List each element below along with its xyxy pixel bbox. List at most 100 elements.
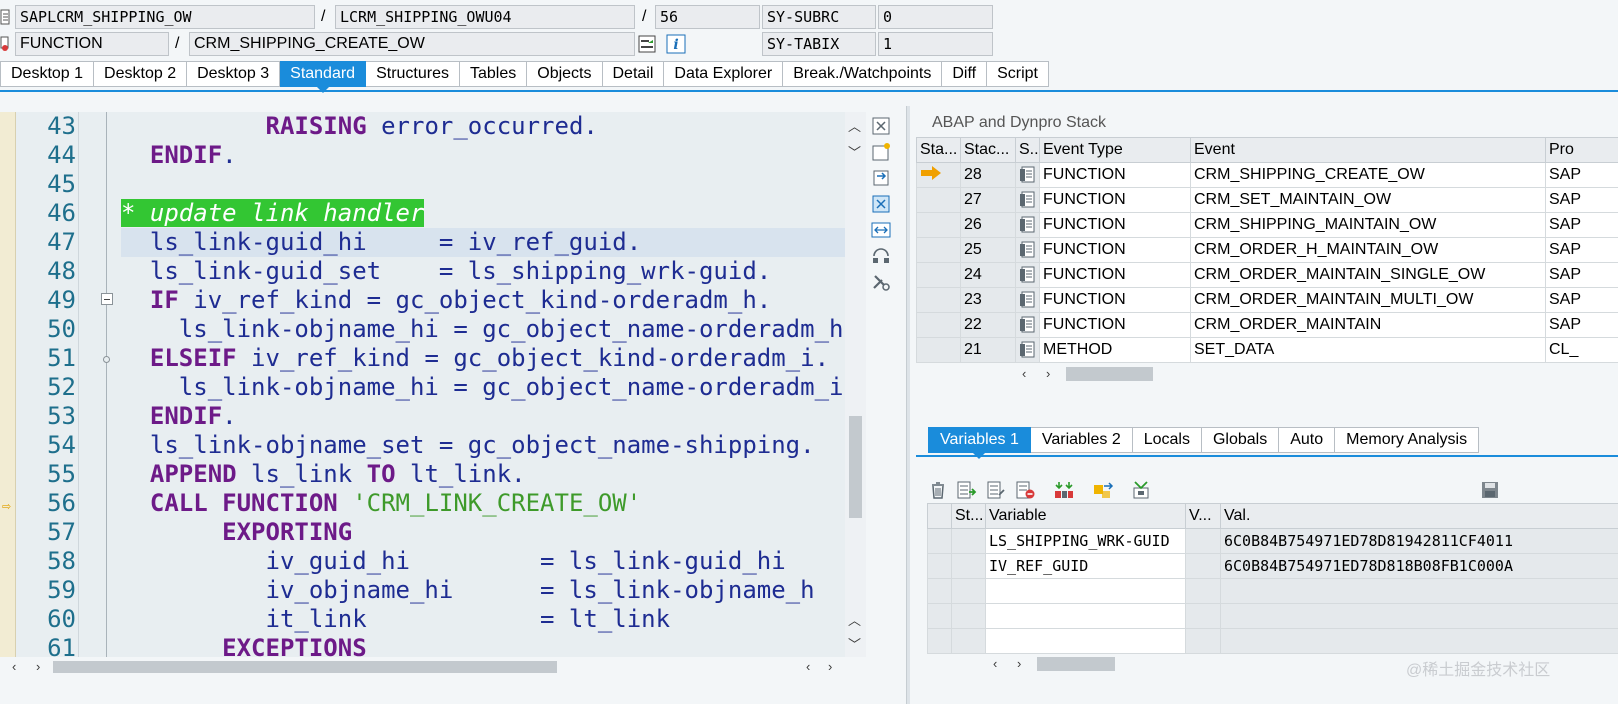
variables-scroll-thumb[interactable]	[1037, 657, 1115, 671]
code-line[interactable]: 48 ls_link-guid_set = ls_shipping_wrk-gu…	[0, 257, 866, 286]
scroll-right-icon[interactable]: ›	[828, 660, 832, 674]
code-line[interactable]: 49 IF iv_ref_kind = gc_object_kind-order…	[0, 286, 866, 315]
insert-variable-icon[interactable]	[955, 480, 977, 500]
row-selector[interactable]	[927, 603, 952, 629]
variable-row[interactable]	[927, 578, 1618, 604]
tab-desktop-2[interactable]: Desktop 2	[94, 61, 188, 87]
tab-detail[interactable]: Detail	[602, 61, 665, 87]
variable-name-input[interactable]: LS_SHIPPING_WRK-GUID	[985, 528, 1186, 554]
variables-column-header[interactable]: V...	[1185, 503, 1221, 529]
source-code-icon[interactable]	[1019, 316, 1035, 334]
variables-column-header[interactable]: Val.	[1220, 503, 1618, 529]
row-selector[interactable]	[927, 553, 952, 579]
code-line[interactable]: 55 APPEND ls_link TO lt_link.	[0, 460, 866, 489]
editor-vertical-scroll-thumb[interactable]	[849, 416, 862, 518]
variable-view-cell[interactable]	[1185, 528, 1221, 554]
code-line[interactable]: 51 ELSEIF iv_ref_kind = gc_object_kind-o…	[0, 344, 866, 373]
tab-variables-1[interactable]: Variables 1	[928, 427, 1031, 459]
code-line[interactable]: 45	[0, 170, 866, 199]
code-line[interactable]: 53 ENDIF.	[0, 402, 866, 431]
code-line[interactable]: 46 * update link handler	[0, 199, 866, 228]
source-code-icon[interactable]	[1019, 291, 1035, 309]
stack-column-header[interactable]: Pro	[1545, 137, 1618, 163]
stack-column-header[interactable]: Event	[1190, 137, 1546, 163]
transfer-icon[interactable]	[1053, 480, 1075, 500]
source-code-icon[interactable]	[1019, 191, 1035, 209]
source-code-icon[interactable]	[1019, 241, 1035, 259]
code-line[interactable]: 61 EXCEPTIONS	[0, 634, 866, 657]
stack-row[interactable]: 22 FUNCTION CRM_ORDER_MAINTAIN SAP	[916, 312, 1618, 338]
editor-horizontal-scroll-thumb[interactable]	[53, 661, 557, 673]
variable-row[interactable]: IV_REF_GUID 6C0B84B754971ED78D818B08FB1C0…	[927, 553, 1618, 579]
scroll-up-icon[interactable]: ︿	[848, 120, 861, 134]
scroll-left-icon[interactable]: ‹	[1022, 367, 1026, 381]
scroll-right-icon[interactable]: ›	[1046, 367, 1050, 381]
tab-standard[interactable]: Standard	[280, 61, 367, 93]
stack-row[interactable]: 25 FUNCTION CRM_ORDER_H_MAINTAIN_OW SAP	[916, 237, 1618, 263]
stack-column-header[interactable]: Sta...	[916, 137, 961, 163]
variable-view-cell[interactable]	[1185, 603, 1221, 629]
stack-row[interactable]: 24 FUNCTION CRM_ORDER_MAINTAIN_SINGLE_OW SA…	[916, 262, 1618, 288]
stack-column-header[interactable]: S..	[1015, 137, 1040, 163]
tab-locals[interactable]: Locals	[1132, 427, 1202, 453]
variables-column-header[interactable]: Variable	[985, 503, 1186, 529]
tab-desktop-3[interactable]: Desktop 3	[187, 61, 281, 87]
code-line[interactable]: 59 iv_objname_hi = ls_link-objname_h	[0, 576, 866, 605]
stack-column-header[interactable]: Event Type	[1039, 137, 1191, 163]
row-selector[interactable]	[927, 528, 952, 554]
scroll-down-icon[interactable]: ﹀	[848, 146, 861, 160]
stack-row[interactable]: 28 FUNCTION CRM_SHIPPING_CREATE_OW SAP	[916, 162, 1618, 188]
code-line[interactable]: 54 ls_link-objname_set = gc_object_name-…	[0, 431, 866, 460]
change-layout-icon[interactable]	[870, 246, 892, 266]
import-icon[interactable]	[1130, 480, 1152, 500]
source-code-editor[interactable]: ⇨ 43 RAISING error_occurred. 44 ENDIF. 45 4…	[0, 112, 866, 657]
navigate-button[interactable]	[636, 33, 658, 55]
stack-row[interactable]: 26 FUNCTION CRM_SHIPPING_MAINTAIN_OW SAP	[916, 212, 1618, 238]
scroll-right-icon[interactable]: ›	[36, 660, 40, 674]
source-code-icon[interactable]	[1019, 341, 1035, 359]
tab-variables-2[interactable]: Variables 2	[1030, 427, 1133, 453]
stack-scroll-thumb[interactable]	[1066, 367, 1153, 381]
change-icon[interactable]	[1092, 480, 1114, 500]
tab-tables[interactable]: Tables	[460, 61, 528, 87]
tab-break-watchpoints[interactable]: Break./Watchpoints	[783, 61, 943, 87]
subrc-value[interactable]: 0	[878, 5, 993, 29]
scroll-right-icon[interactable]: ›	[1017, 657, 1021, 671]
source-code-icon[interactable]	[1019, 166, 1035, 184]
row-selector[interactable]	[927, 578, 952, 604]
scroll-down-icon[interactable]: ﹀	[848, 638, 861, 652]
copy-variable-icon[interactable]	[985, 480, 1007, 500]
variable-value[interactable]	[1220, 578, 1618, 604]
new-window-icon[interactable]	[870, 142, 892, 162]
variable-value[interactable]: 6C0B84B754971ED78D818B08FB1C000A	[1220, 553, 1618, 579]
stack-row[interactable]: 23 FUNCTION CRM_ORDER_MAINTAIN_MULTI_OW SAP	[916, 287, 1618, 313]
code-line[interactable]: 44 ENDIF.	[0, 141, 866, 170]
code-line[interactable]: 58 iv_guid_hi = ls_link-guid_hi	[0, 547, 866, 576]
source-code-icon[interactable]	[1019, 216, 1035, 234]
code-line[interactable]: 56 CALL FUNCTION 'CRM_LINK_CREATE_OW'	[0, 489, 866, 518]
scroll-up-icon[interactable]: ︿	[848, 614, 861, 628]
tools-icon[interactable]	[870, 272, 892, 292]
save-icon[interactable]	[1479, 480, 1501, 500]
variable-view-cell[interactable]	[1185, 553, 1221, 579]
scroll-left-icon[interactable]: ‹	[806, 660, 810, 674]
variable-name-input[interactable]: IV_REF_GUID	[985, 553, 1186, 579]
stack-column-header[interactable]: Stac...	[960, 137, 1016, 163]
tab-desktop-1[interactable]: Desktop 1	[0, 61, 95, 87]
variable-view-cell[interactable]	[1185, 628, 1221, 654]
scroll-left-icon[interactable]: ‹	[12, 660, 16, 674]
variable-value[interactable]	[1220, 603, 1618, 629]
include-field[interactable]: LCRM_SHIPPING_OWU04	[335, 5, 635, 29]
variable-name-input[interactable]	[985, 603, 1186, 629]
code-lines[interactable]: 43 RAISING error_occurred. 44 ENDIF. 45 46 *…	[0, 112, 866, 657]
variable-row[interactable]	[927, 603, 1618, 629]
tab-diff[interactable]: Diff	[942, 61, 988, 87]
variable-view-cell[interactable]	[1185, 578, 1221, 604]
pane-splitter[interactable]	[906, 106, 910, 704]
tab-globals[interactable]: Globals	[1201, 427, 1280, 453]
variable-value[interactable]: 6C0B84B754971ED78D81942811CF4011	[1220, 528, 1618, 554]
code-line[interactable]: 47 ls_link-guid_hi = iv_ref_guid.	[0, 228, 866, 257]
variables-column-header[interactable]: St...	[951, 503, 986, 529]
tab-structures[interactable]: Structures	[366, 61, 460, 87]
code-line[interactable]: 52 ls_link-objname_hi = gc_object_name-o…	[0, 373, 866, 402]
